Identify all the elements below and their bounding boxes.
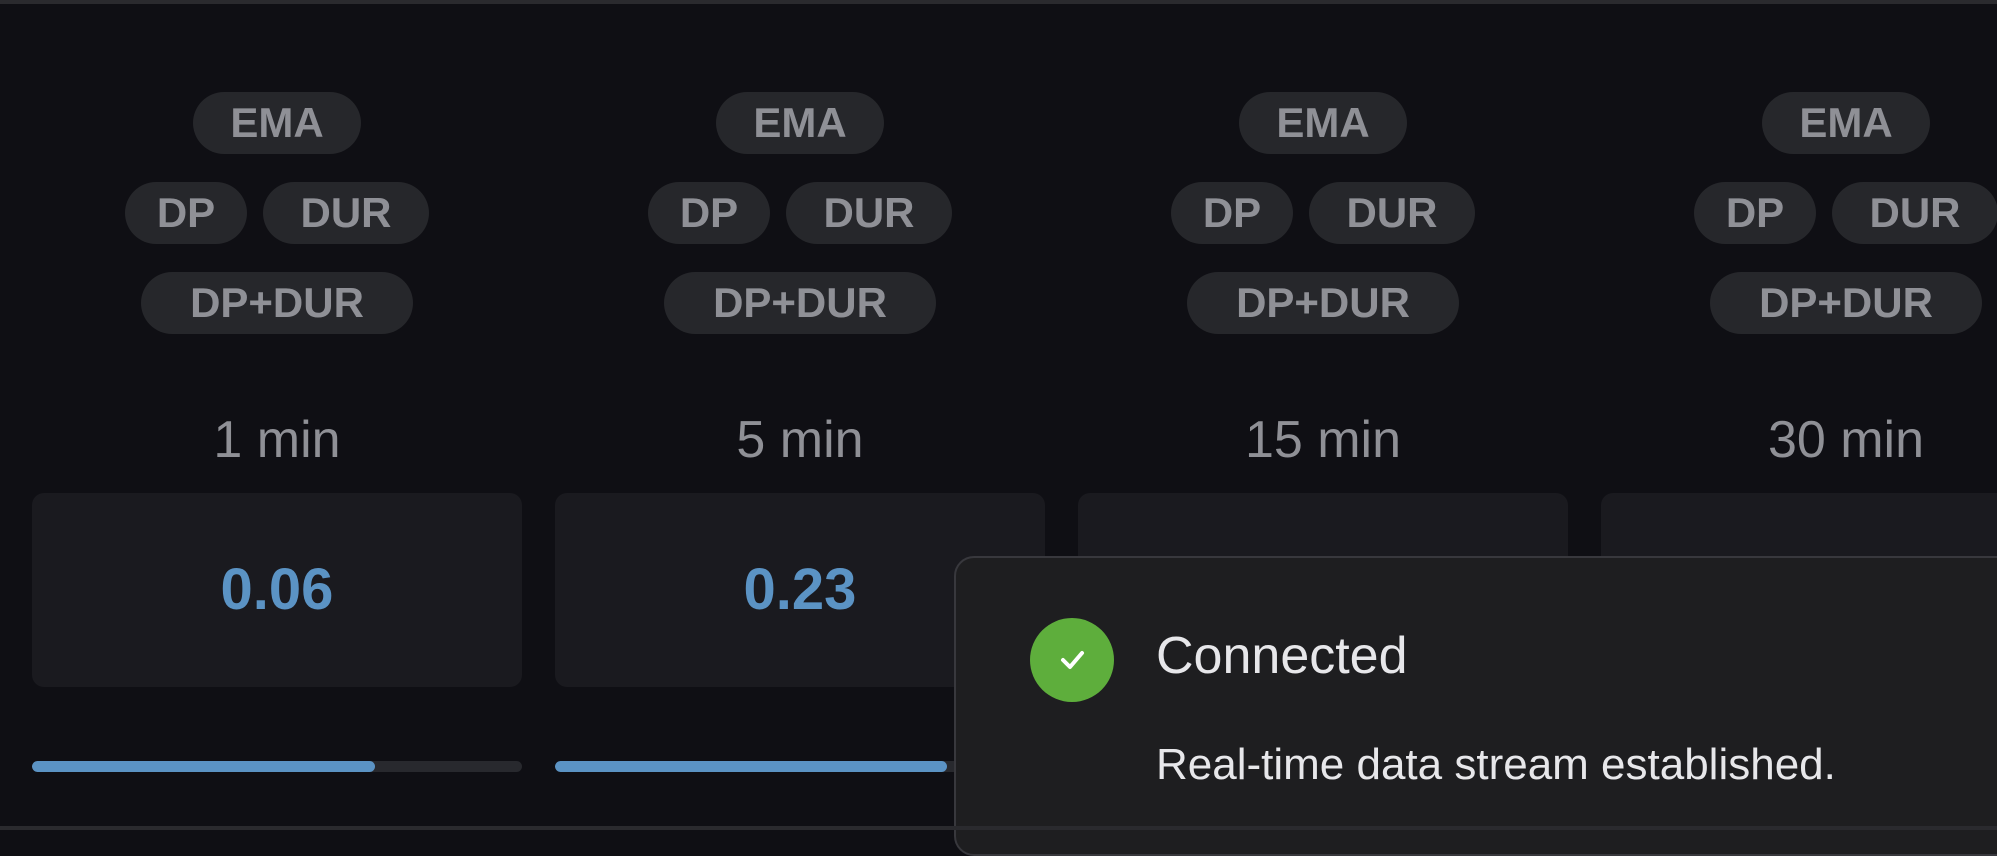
dp-dur-filter-pill[interactable]: DP+DUR xyxy=(1710,272,1982,334)
filter-pill-group: EMA DP DUR DP+DUR xyxy=(555,0,1045,360)
check-circle-icon xyxy=(1030,618,1114,702)
dur-filter-pill[interactable]: DUR xyxy=(263,182,429,244)
toast-message: Real-time data stream established. xyxy=(1156,740,1836,789)
dp-filter-pill[interactable]: DP xyxy=(1694,182,1816,244)
timeframe-label: 15 min xyxy=(1244,411,1402,469)
ema-filter-pill[interactable]: EMA xyxy=(716,92,884,154)
dp-dur-filter-pill[interactable]: DP+DUR xyxy=(1187,272,1459,334)
value-card: 0.06 xyxy=(32,493,522,687)
progress-track xyxy=(32,761,522,772)
bottom-border xyxy=(0,826,1997,830)
dp-dur-filter-pill[interactable]: DP+DUR xyxy=(141,272,413,334)
dp-filter-pill[interactable]: DP xyxy=(648,182,770,244)
filter-pill-group: EMA DP DUR DP+DUR xyxy=(1078,0,1568,360)
checkmark-icon xyxy=(1061,651,1084,669)
ema-filter-pill[interactable]: EMA xyxy=(1239,92,1407,154)
timeframe-column-1min: EMA DP DUR DP+DUR 1 min 0.06 xyxy=(32,0,522,830)
progress-fill xyxy=(32,761,375,772)
connection-toast: Connected Real-time data stream establis… xyxy=(954,556,1997,856)
filter-pill-group: EMA DP DUR DP+DUR xyxy=(1601,0,1997,360)
dur-filter-pill[interactable]: DUR xyxy=(1832,182,1997,244)
toast-title: Connected xyxy=(1156,627,1408,685)
dur-filter-pill[interactable]: DUR xyxy=(786,182,952,244)
filter-pill-group: EMA DP DUR DP+DUR xyxy=(32,0,522,360)
ema-filter-pill[interactable]: EMA xyxy=(1762,92,1930,154)
progress-fill xyxy=(555,761,947,772)
dur-filter-pill[interactable]: DUR xyxy=(1309,182,1475,244)
dp-filter-pill[interactable]: DP xyxy=(125,182,247,244)
timeframe-label: 5 min xyxy=(736,411,864,469)
timeframe-label: 30 min xyxy=(1767,411,1925,469)
value-readout: 0.06 xyxy=(220,557,334,622)
ema-filter-pill[interactable]: EMA xyxy=(193,92,361,154)
dp-filter-pill[interactable]: DP xyxy=(1171,182,1293,244)
dp-dur-filter-pill[interactable]: DP+DUR xyxy=(664,272,936,334)
timeframe-label: 1 min xyxy=(213,411,341,469)
